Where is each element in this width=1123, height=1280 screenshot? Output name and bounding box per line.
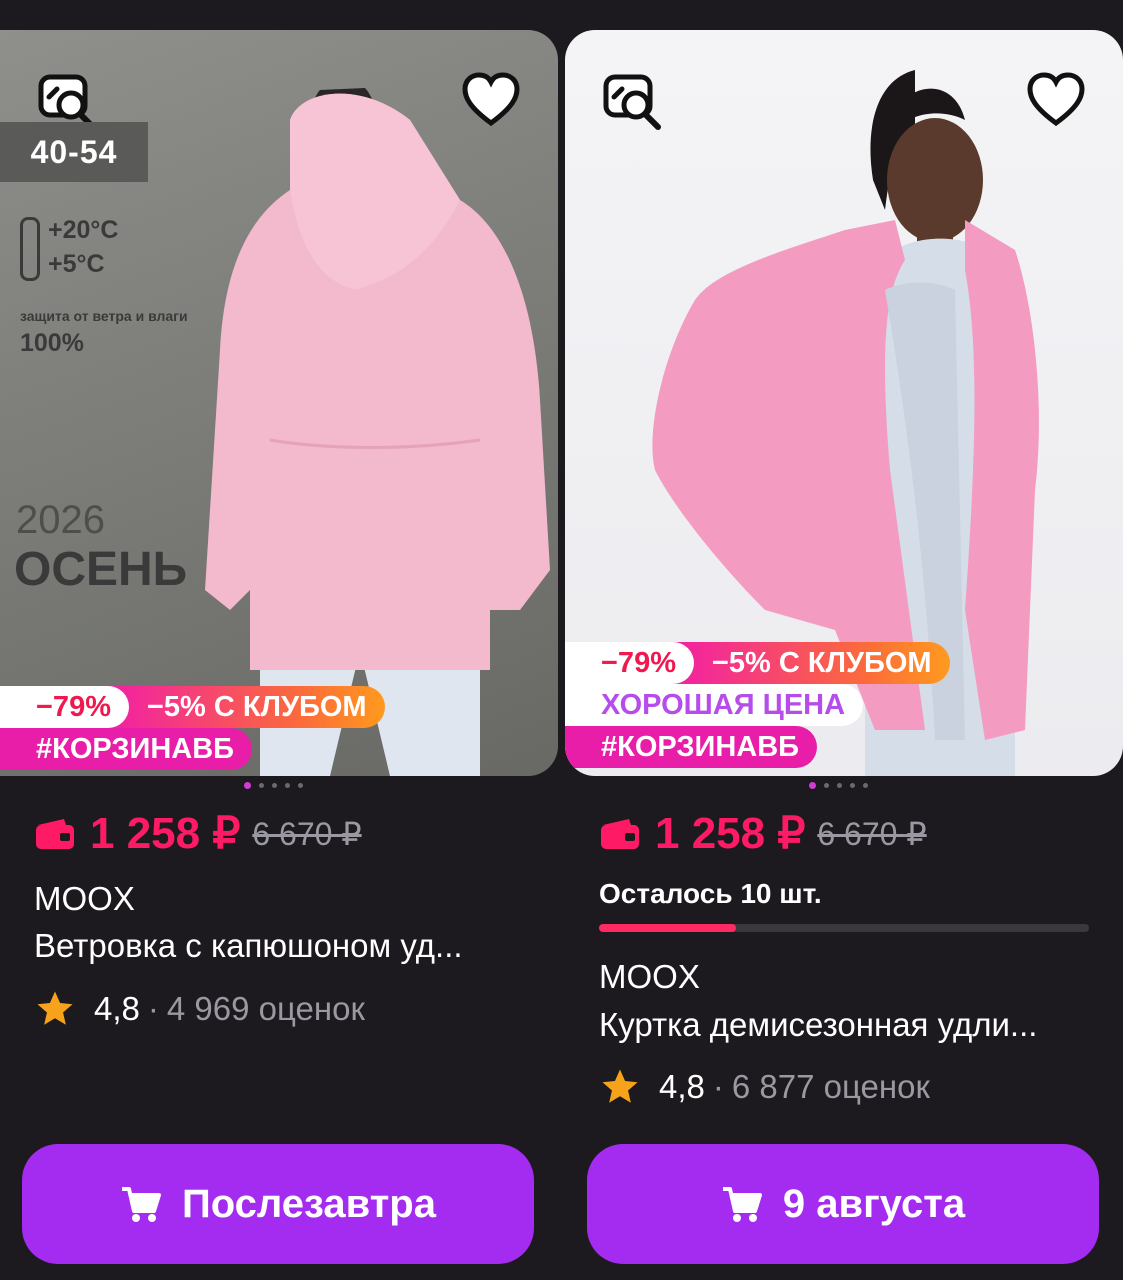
carousel-dot: [272, 783, 277, 788]
rating-value: 4,8: [94, 990, 140, 1027]
wallet-icon: [601, 818, 639, 849]
hashtag-badge: #КОРЗИНАВБ: [0, 728, 253, 770]
thermometer-icon: [20, 217, 40, 281]
rating-row[interactable]: 4,8 · 4 969 оценок: [34, 988, 365, 1030]
protection-info: защита от ветра и влаги 100%: [20, 306, 190, 360]
cart-icon: [722, 1187, 762, 1222]
old-price: 6 670 ₽: [252, 815, 362, 852]
wallet-icon: [36, 818, 74, 849]
season-label: ОСЕНЬ: [14, 543, 188, 596]
temp-low: +5°C: [48, 250, 105, 278]
similar-search-icon[interactable]: [599, 68, 665, 134]
discount-badge: −79%: [0, 686, 129, 728]
good-price-badge: ХОРОШАЯ ЦЕНА: [565, 684, 864, 726]
product-card[interactable]: 40-54 +20°C +5°C защита от ветра и влаги…: [0, 30, 558, 1280]
stock-progress-bar: [599, 924, 1089, 932]
product-title[interactable]: Ветровка с капюшоном уд...: [34, 927, 463, 965]
season-year: 2026: [16, 498, 105, 542]
delivery-date-label: 9 августа: [782, 1181, 966, 1226]
protection-percent: 100%: [20, 329, 84, 357]
club-discount-badge: −5% С КЛУБОМ: [106, 686, 385, 728]
reviews-count: 4 969 оценок: [166, 990, 365, 1027]
product-title[interactable]: Куртка демисезонная удли...: [599, 1006, 1037, 1044]
protection-text: защита от ветра и влаги: [20, 308, 188, 324]
star-icon: [602, 1069, 638, 1103]
cart-icon: [122, 1187, 162, 1222]
old-price: 6 670 ₽: [817, 815, 927, 852]
carousel-dot: [863, 783, 868, 788]
carousel-dot: [244, 782, 251, 789]
discount-badge: −79%: [565, 642, 694, 684]
promo-badges: −79% −5% С КЛУБОМ ХОРОШАЯ ЦЕНА #КОРЗИНАВ…: [565, 642, 950, 768]
product-photo[interactable]: 40-54 +20°C +5°C защита от ветра и влаги…: [0, 30, 558, 776]
stock-remaining: Осталось 10 шт.: [599, 878, 822, 909]
carousel-dot: [837, 783, 842, 788]
product-card[interactable]: −79% −5% С КЛУБОМ ХОРОШАЯ ЦЕНА #КОРЗИНАВ…: [565, 30, 1123, 1280]
current-price: 1 258 ₽: [655, 809, 806, 858]
rating-row[interactable]: 4,8 · 6 877 оценок: [599, 1066, 930, 1108]
reviews-count: 6 877 оценок: [731, 1068, 930, 1105]
product-photo[interactable]: −79% −5% С КЛУБОМ ХОРОШАЯ ЦЕНА #КОРЗИНАВ…: [565, 30, 1123, 776]
brand-name[interactable]: MOOX: [599, 958, 700, 996]
rating-separator: ·: [147, 990, 159, 1027]
carousel-dot: [285, 783, 290, 788]
club-discount-badge: −5% С КЛУБОМ: [671, 642, 950, 684]
delivery-date-label: Послезавтра: [182, 1181, 436, 1226]
rating-value: 4,8: [659, 1068, 705, 1105]
carousel-dot: [850, 783, 855, 788]
temp-high: +20°C: [48, 216, 119, 244]
carousel-dots: [244, 782, 303, 789]
carousel-dot: [298, 783, 303, 788]
price-row: 1 258 ₽ 6 670 ₽: [34, 808, 362, 859]
jacket-illustration: [205, 88, 550, 776]
temperature-info: +20°C +5°C: [20, 213, 118, 281]
add-to-cart-button[interactable]: 9 августа: [587, 1144, 1099, 1264]
heart-icon[interactable]: [458, 68, 524, 134]
add-to-cart-button[interactable]: Послезавтра: [22, 1144, 534, 1264]
current-price: 1 258 ₽: [90, 809, 241, 858]
size-range-badge: 40-54: [0, 122, 148, 182]
hashtag-badge: #КОРЗИНАВБ: [565, 726, 818, 768]
promo-badges: −79% −5% С КЛУБОМ #КОРЗИНАВБ: [0, 686, 385, 770]
price-row: 1 258 ₽ 6 670 ₽: [599, 808, 927, 859]
carousel-dot: [259, 783, 264, 788]
carousel-dots: [809, 782, 868, 789]
star-icon: [37, 991, 73, 1025]
carousel-dot: [824, 783, 829, 788]
carousel-dot: [809, 782, 816, 789]
stock-progress-fill: [599, 924, 737, 932]
rating-separator: ·: [712, 1068, 724, 1105]
heart-icon[interactable]: [1023, 68, 1089, 134]
brand-name[interactable]: MOOX: [34, 880, 135, 918]
